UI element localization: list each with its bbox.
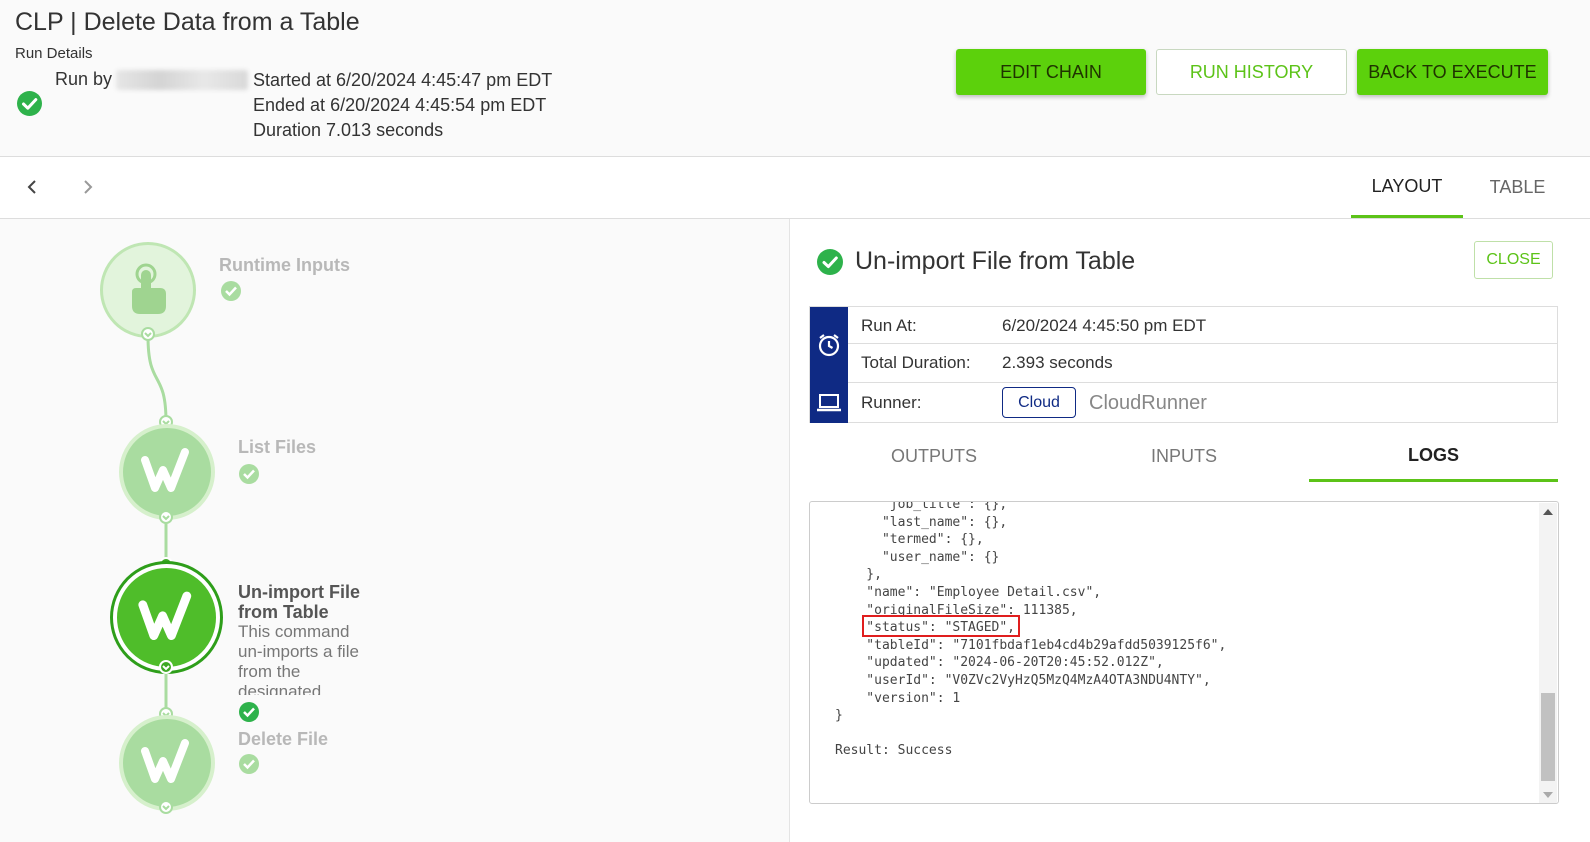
node-label-runtime-inputs: Runtime Inputs: [219, 255, 350, 275]
scroll-down-arrow-icon[interactable]: [1543, 792, 1553, 798]
step-info-table: Run At: 6/20/2024 4:45:50 pm EDT Total D…: [809, 306, 1558, 423]
list-files-node[interactable]: [119, 424, 215, 520]
chevron-right-icon[interactable]: [75, 175, 99, 199]
workiva-w-icon: [137, 591, 191, 640]
started-at: Started at 6/20/2024 4:45:47 pm EDT: [253, 70, 553, 90]
scroll-up-arrow-icon[interactable]: [1543, 509, 1553, 515]
workiva-w-icon: [141, 448, 189, 492]
node-label-list-files: List Files: [238, 437, 317, 457]
node-label-un-import-file: Un-import File from Table: [238, 582, 360, 622]
check-icon: [239, 464, 259, 484]
run-details-label: Run Details: [15, 45, 93, 62]
check-icon: [221, 281, 241, 301]
tab-inputs[interactable]: INPUTS: [1059, 431, 1309, 482]
ended-at: Ended at 6/20/2024 4:45:54 pm EDT: [253, 95, 547, 115]
runtime-inputs-node[interactable]: [100, 242, 196, 338]
un-import-file-node[interactable]: [113, 564, 220, 671]
page-title: CLP | Delete Data from a Table: [15, 8, 360, 36]
scroll-thumb[interactable]: [1541, 693, 1555, 781]
run-timing: Started at 6/20/2024 4:45:47 pm EDT Ende…: [253, 68, 552, 143]
runner-type-chip: Cloud: [1002, 387, 1076, 418]
check-icon: [239, 754, 259, 774]
runner-name: CloudRunner: [1089, 392, 1207, 414]
duration: Duration 7.013 seconds: [253, 120, 444, 140]
tab-logs[interactable]: LOGS: [1309, 431, 1558, 482]
node-label-delete-file: Delete File: [238, 729, 329, 747]
view-subnav: LAYOUT TABLE: [0, 157, 1590, 219]
delete-file-node[interactable]: [119, 715, 215, 811]
run-by: Run by: [55, 69, 249, 90]
connector-dot: [159, 660, 173, 674]
run-at-value: 6/20/2024 4:45:50 pm EDT: [1002, 316, 1207, 335]
node-label-line-2: from Table: [238, 602, 329, 622]
chevron-left-icon[interactable]: [21, 175, 45, 199]
laptop-icon: [810, 383, 848, 423]
chain-flow-diagram: Runtime Inputs List Files Un-import File…: [0, 219, 790, 842]
runner-row: Runner: Cloud CloudRunner: [848, 383, 1557, 423]
run-by-label: Run by: [55, 69, 113, 89]
run-at-label: Run At:: [861, 316, 917, 335]
workiva-w-icon: [141, 739, 189, 783]
tab-outputs[interactable]: OUTPUTS: [809, 431, 1059, 482]
connector-dot: [141, 327, 155, 341]
close-button[interactable]: CLOSE: [1474, 241, 1553, 279]
node-label-line-1: Un-import File: [238, 582, 360, 602]
total-duration-row: Total Duration: 2.393 seconds: [848, 344, 1557, 383]
clock-icon: [810, 307, 848, 383]
connector-dot: [159, 510, 173, 524]
total-duration-value: 2.393 seconds: [1002, 353, 1113, 372]
runner-label: Runner:: [861, 393, 922, 412]
edit-chain-button[interactable]: EDIT CHAIN: [956, 49, 1146, 95]
step-detail-panel: Un-import File from Table CLOSE Run At: …: [791, 219, 1590, 842]
node-description: This command un-imports a file from the …: [238, 622, 359, 695]
run-header: CLP | Delete Data from a Table Run Detai…: [0, 0, 1590, 157]
status-highlight-box: [862, 615, 1020, 637]
tab-table[interactable]: TABLE: [1475, 157, 1560, 218]
tab-layout[interactable]: LAYOUT: [1351, 157, 1463, 218]
run-at-row: Run At: 6/20/2024 4:45:50 pm EDT: [848, 307, 1557, 344]
run-success-icon: [17, 91, 42, 116]
log-viewer[interactable]: "job_title": {}, "last_name": {}, "terme…: [809, 501, 1559, 804]
run-history-button[interactable]: RUN HISTORY: [1156, 49, 1347, 95]
connector-dot: [159, 800, 173, 814]
step-title: Un-import File from Table: [855, 247, 1136, 275]
back-to-execute-button[interactable]: BACK TO EXECUTE: [1357, 49, 1548, 95]
step-success-icon: [817, 249, 843, 275]
redacted-user-name: [116, 69, 249, 90]
check-icon: [239, 702, 259, 722]
log-scrollbar[interactable]: [1539, 503, 1557, 803]
total-duration-label: Total Duration:: [861, 353, 971, 372]
hand-pointer-icon: [132, 263, 166, 314]
